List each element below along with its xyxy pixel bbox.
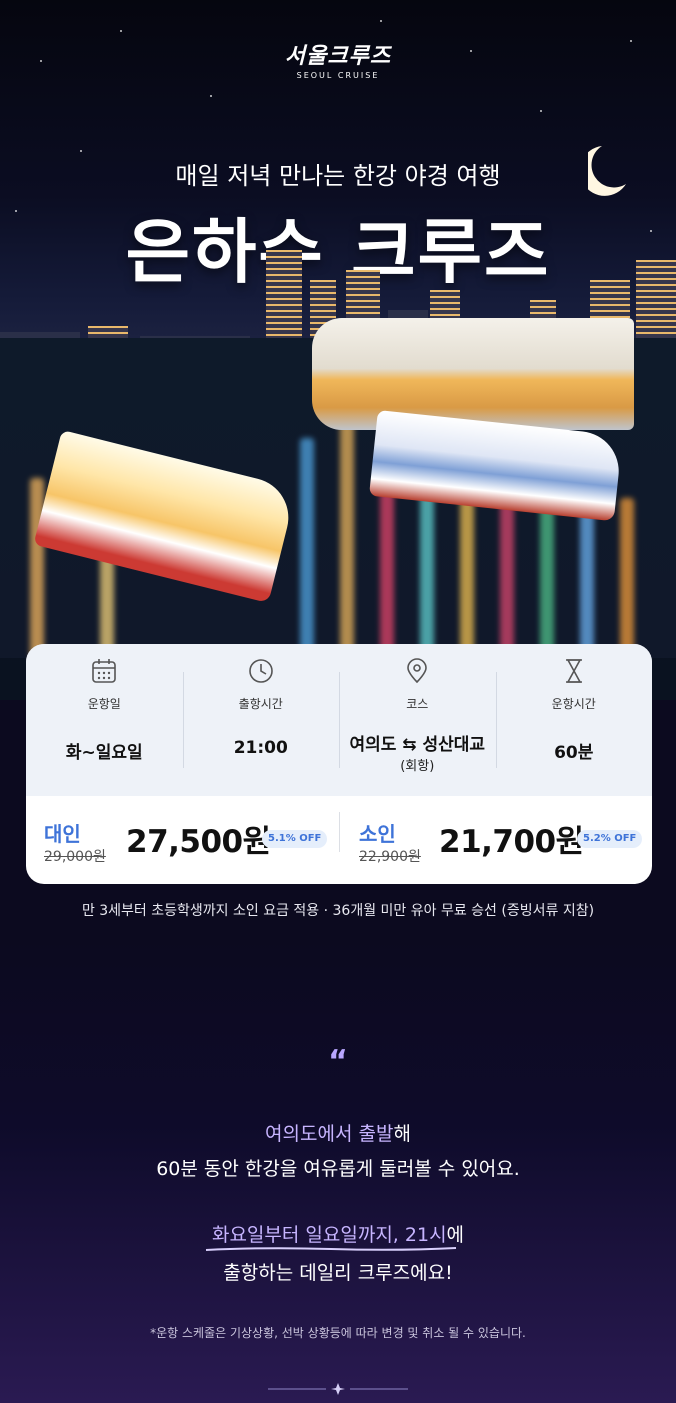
logo-subtext: SEOUL CRUISE <box>296 71 380 80</box>
hourglass-icon <box>565 659 582 683</box>
highlight-text: 여의도에서 출발 <box>265 1123 394 1145</box>
description-line-1: 여의도에서 출발해 <box>0 1119 676 1146</box>
info-label: 출항시간 <box>238 697 283 711</box>
schedule-note: *운항 스케줄은 기상상황, 선박 상황등에 따라 변경 및 취소 될 수 있습… <box>150 1326 526 1340</box>
brush-underline <box>205 1247 457 1251</box>
star <box>80 150 82 152</box>
discount-badge: 5.2% OFF <box>577 830 643 848</box>
star <box>380 20 382 22</box>
info-item-departure: 출항시간 21:00 <box>182 644 340 796</box>
info-value: 화~일요일 <box>65 743 143 763</box>
info-grid: 운항일 화~일요일 출항시간 21:00 코스 여의도 ⇆ 성산대교 (회항) <box>26 644 652 796</box>
plain-text: 해 <box>393 1123 411 1145</box>
sale-price: 21,700원 <box>439 824 584 860</box>
info-label: 운항시간 <box>551 697 596 711</box>
info-item-duration: 운항시간 60분 <box>495 644 653 796</box>
info-item-days: 운항일 화~일요일 <box>26 644 183 796</box>
star <box>120 30 122 32</box>
description-line-2: 60분 동안 한강을 여유롭게 둘러볼 수 있어요. <box>156 1158 520 1180</box>
info-value: 여의도 ⇆ 성산대교 <box>349 735 486 755</box>
calendar-icon <box>92 659 117 683</box>
price-label: 대인 <box>44 822 81 846</box>
info-value: 60분 <box>554 743 594 763</box>
description-line-3: 화요일부터 일요일까지, 21시에 <box>0 1220 676 1247</box>
sale-price: 27,500원 <box>126 824 271 860</box>
original-price: 29,000원 <box>44 849 106 865</box>
logo-wordmark: 서울크루즈 <box>284 44 392 69</box>
highlight-text: 화요일부터 일요일까지, 21시 <box>211 1224 447 1246</box>
star <box>540 110 542 112</box>
star <box>210 95 212 97</box>
floating-pavilion <box>312 318 634 430</box>
clock-icon <box>248 659 273 683</box>
price-child: 소인 22,900원 21,700원 5.2% OFF <box>339 796 652 884</box>
original-price: 22,900원 <box>359 849 421 865</box>
price-adult: 대인 29,000원 27,500원 5.1% OFF <box>26 796 339 884</box>
location-pin-icon <box>407 658 428 684</box>
info-item-course: 코스 여의도 ⇆ 성산대교 (회항) <box>339 644 496 796</box>
info-value: 21:00 <box>233 738 288 758</box>
quote-mark-icon: “ <box>328 1044 348 1079</box>
discount-badge: 5.1% OFF <box>262 830 328 848</box>
hero-banner: 서울크루즈 SEOUL CRUISE 매일 저녁 만나는 한강 야경 여행 은하… <box>0 0 676 700</box>
price-label: 소인 <box>359 822 396 846</box>
hero-subtitle: 매일 저녁 만나는 한강 야경 여행 <box>175 162 501 190</box>
cruise-info-card: 운항일 화~일요일 출항시간 21:00 코스 여의도 ⇆ 성산대교 (회항) <box>26 644 652 884</box>
description-line-4: 출항하는 데일리 크루즈에요! <box>223 1262 453 1284</box>
sparkle-divider-icon <box>268 1383 408 1395</box>
child-fare-note: 만 3세부터 초등학생까지 소인 요금 적용 · 36개월 미만 유아 무료 승… <box>81 903 595 919</box>
plain-text: 에 <box>446 1224 465 1246</box>
info-label: 코스 <box>406 697 429 711</box>
brand-logo[interactable]: 서울크루즈 SEOUL CRUISE <box>0 38 676 80</box>
info-subvalue: (회항) <box>400 759 435 774</box>
info-label: 운항일 <box>87 697 121 711</box>
